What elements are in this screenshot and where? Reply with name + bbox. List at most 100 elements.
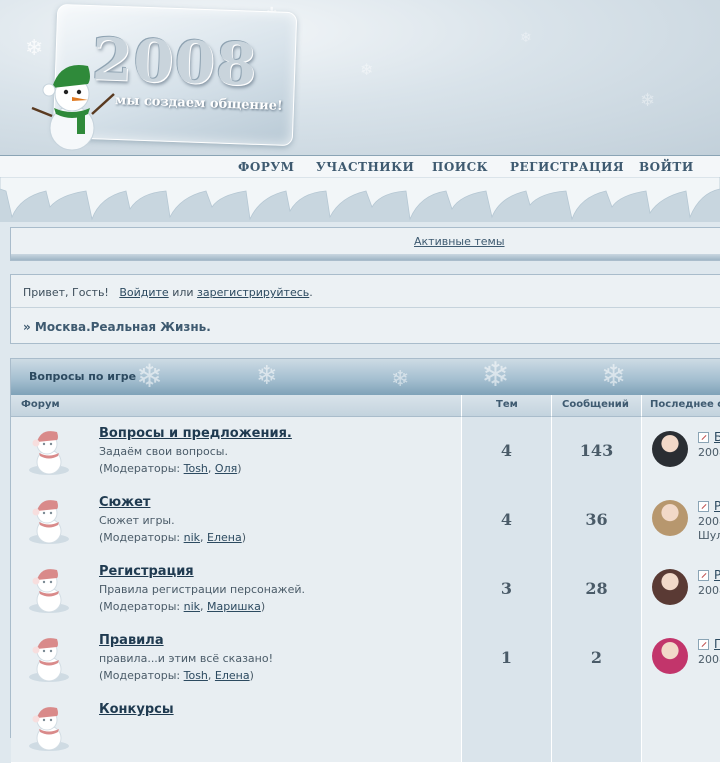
nav-members[interactable]: УЧАСТНИКИ bbox=[316, 160, 414, 174]
snowflake-icon: ❄ bbox=[601, 359, 627, 394]
forum-moderators: (Модераторы: nik, Маришка) bbox=[99, 600, 265, 613]
main-nav: ФОРУМ УЧАСТНИКИ ПОИСК РЕГИСТРАЦИЯ ВОЙТИ bbox=[0, 155, 720, 178]
posts-count: 2 bbox=[590, 648, 603, 667]
topics-count-cell bbox=[462, 693, 552, 762]
or-text: или bbox=[172, 286, 194, 299]
last-post-link[interactable]: П bbox=[714, 637, 720, 651]
moderators-suffix: ) bbox=[260, 600, 266, 613]
forum-row: Регистрация Правила регистрации персонаж… bbox=[11, 555, 720, 625]
register-link[interactable]: зарегистрируйтесь bbox=[197, 286, 309, 299]
posts-count-cell bbox=[552, 693, 642, 762]
last-post-date: 2008 bbox=[698, 515, 720, 528]
icicles-decoration bbox=[0, 177, 720, 222]
forum-cell: Правила правила...и этим всё сказано! (М… bbox=[11, 624, 462, 693]
forum-status-snowman-icon bbox=[29, 431, 69, 475]
forum-title-link[interactable]: Конкурсы bbox=[99, 702, 174, 717]
divider bbox=[11, 307, 720, 308]
moderator-link[interactable]: Елена bbox=[215, 669, 250, 682]
last-post-cell: Р 2008 Шул bbox=[642, 486, 720, 555]
snowflake-icon: ❄ bbox=[640, 90, 656, 111]
last-post-link[interactable]: Р bbox=[714, 568, 720, 582]
avatar[interactable] bbox=[652, 569, 688, 605]
moderator-separator: , bbox=[207, 669, 215, 682]
site-header: ❄ ❄ ❄ ❄ ❄ ❄ 2008 мы создаем общение! bbox=[0, 0, 720, 155]
forum-description: Сюжет игры. bbox=[99, 514, 175, 527]
avatar[interactable] bbox=[652, 431, 688, 467]
snowflake-icon: ❄ bbox=[520, 30, 532, 46]
moderators-prefix: (Модераторы: bbox=[99, 600, 184, 613]
moderator-link[interactable]: Елена bbox=[207, 531, 242, 544]
forum-category-panel: ❄ ❄ ❄ ❄ ❄ Вопросы по игре Форум Тем Сооб… bbox=[10, 358, 720, 763]
column-header-forum: Форум bbox=[11, 395, 462, 417]
moderator-separator: , bbox=[207, 462, 215, 475]
last-post-cell: Б 2008 bbox=[642, 417, 720, 486]
topics-count-cell: 1 bbox=[462, 624, 552, 693]
moderators-suffix: ) bbox=[249, 669, 254, 682]
welcome-panel: Привет, Гость! Войдите или зарегистрируй… bbox=[10, 274, 720, 344]
moderator-link[interactable]: Tosh bbox=[184, 462, 208, 475]
moderator-link[interactable]: nik bbox=[184, 600, 200, 613]
snowflake-icon: ❄ bbox=[360, 60, 374, 79]
last-post-date: 2008 bbox=[698, 653, 720, 666]
moderator-link[interactable]: Оля bbox=[215, 462, 237, 475]
moderator-link[interactable]: Маришка bbox=[207, 600, 261, 613]
snowman-logo-icon bbox=[31, 64, 115, 151]
category-title[interactable]: Вопросы по игре bbox=[29, 370, 136, 383]
forum-title-link[interactable]: Вопросы и предложения. bbox=[99, 426, 292, 441]
last-post-author[interactable]: Шул bbox=[698, 529, 720, 542]
topics-count: 4 bbox=[500, 441, 513, 460]
posts-count-cell: 28 bbox=[552, 555, 642, 624]
last-post-icon[interactable] bbox=[698, 501, 709, 512]
last-post-icon[interactable] bbox=[698, 432, 709, 443]
breadcrumb[interactable]: » Москва.Реальная Жизнь. bbox=[23, 320, 211, 334]
avatar[interactable] bbox=[652, 638, 688, 674]
forum-status-snowman-icon bbox=[29, 638, 69, 682]
moderators-prefix: (Модераторы: bbox=[99, 531, 184, 544]
forum-status-snowman-icon bbox=[29, 707, 69, 751]
forum-description: Правила регистрации персонажей. bbox=[99, 583, 306, 596]
forum-cell: Конкурсы bbox=[11, 693, 462, 762]
column-header-last-post: Последнее с bbox=[642, 395, 720, 417]
moderators-suffix: ) bbox=[241, 531, 247, 544]
forum-row: Правила правила...и этим всё сказано! (М… bbox=[11, 624, 720, 694]
greeting-text: Привет, Гость! bbox=[23, 286, 109, 299]
avatar[interactable] bbox=[652, 500, 688, 536]
forum-description: правила...и этим всё сказано! bbox=[99, 652, 273, 665]
forum-title-link[interactable]: Сюжет bbox=[99, 495, 150, 510]
posts-count-cell: 143 bbox=[552, 417, 642, 486]
last-post-date: 2008 bbox=[698, 584, 720, 597]
snowflake-icon: ❄ bbox=[256, 361, 278, 391]
forum-status-snowman-icon bbox=[29, 500, 69, 544]
nav-forum[interactable]: ФОРУМ bbox=[238, 160, 294, 174]
last-post-link[interactable]: Б bbox=[714, 430, 720, 444]
moderator-link[interactable]: Tosh bbox=[184, 669, 208, 682]
topics-count-cell: 4 bbox=[462, 486, 552, 555]
forum-row: Вопросы и предложения. Задаём свои вопро… bbox=[11, 417, 720, 487]
last-post-icon[interactable] bbox=[698, 639, 709, 650]
moderator-link[interactable]: nik bbox=[184, 531, 200, 544]
forum-cell: Регистрация Правила регистрации персонаж… bbox=[11, 555, 462, 624]
forum-title-link[interactable]: Регистрация bbox=[99, 564, 194, 579]
last-post-link[interactable]: Р bbox=[714, 499, 720, 513]
welcome-text: Привет, Гость! Войдите или зарегистрируй… bbox=[23, 286, 313, 299]
topics-count: 4 bbox=[500, 510, 513, 529]
last-post-icon[interactable] bbox=[698, 570, 709, 581]
active-topics-link[interactable]: Активные темы bbox=[414, 235, 505, 248]
last-post-cell: П 2008 bbox=[642, 624, 720, 693]
forum-description: Задаём свои вопросы. bbox=[99, 445, 228, 458]
moderators-prefix: (Модераторы: bbox=[99, 462, 184, 475]
forum-title-link[interactable]: Правила bbox=[99, 633, 164, 648]
topics-count: 1 bbox=[500, 648, 513, 667]
moderator-separator: , bbox=[200, 600, 208, 613]
forum-cell: Вопросы и предложения. Задаём свои вопро… bbox=[11, 417, 462, 486]
nav-search[interactable]: ПОИСК bbox=[432, 160, 488, 174]
forum-cell: Сюжет Сюжет игры. (Модераторы: nik, Елен… bbox=[11, 486, 462, 555]
nav-register[interactable]: РЕГИСТРАЦИЯ bbox=[510, 160, 624, 174]
column-header-topics: Тем bbox=[462, 395, 552, 417]
forum-status-snowman-icon bbox=[29, 569, 69, 613]
forum-row: Сюжет Сюжет игры. (Модераторы: nik, Елен… bbox=[11, 486, 720, 556]
posts-count: 28 bbox=[585, 579, 608, 598]
nav-login[interactable]: ВОЙТИ bbox=[639, 160, 694, 174]
column-header-posts: Сообщений bbox=[552, 395, 642, 417]
login-link[interactable]: Войдите bbox=[119, 286, 168, 299]
